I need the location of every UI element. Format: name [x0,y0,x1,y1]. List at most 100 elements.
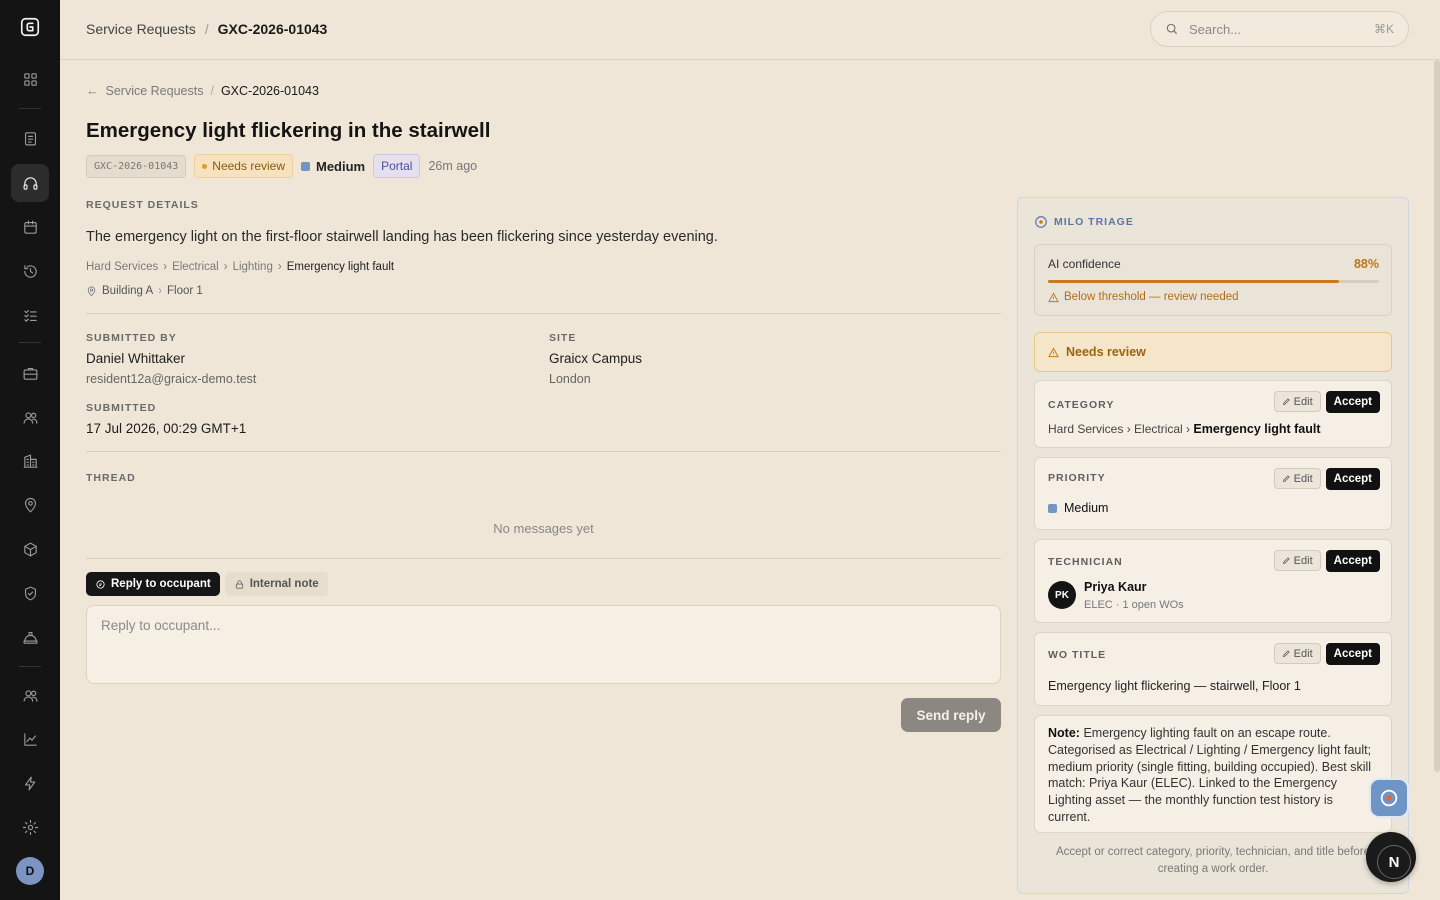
category-leaf: Emergency light fault [286,261,395,273]
send-reply-button[interactable]: Send reply [901,698,1001,732]
triage-footer-hint: Accept or correct category, priority, te… [1055,846,1371,875]
thread-empty-state: No messages yet [493,521,594,536]
reply-textarea[interactable] [86,605,1001,684]
request-age: 26m ago [428,159,478,173]
milo-icon [1035,216,1047,228]
breadcrumb-current: GXC-2026-01043 [217,21,328,37]
page-title: Emergency light flickering in the stairw… [86,119,491,142]
tab-internal-note[interactable]: Internal note [224,572,328,596]
location: Building A › Floor 1 [86,285,203,297]
priority-card: PRIORITY Edit Accept Medium [1034,457,1392,530]
lightning-icon[interactable] [11,764,49,802]
pencil-icon [1282,557,1290,565]
threshold-warning: Below threshold — review needed [1048,291,1239,303]
search-input[interactable]: Search... [1189,22,1374,37]
milo-triage-panel: MILO TRIAGE AI confidence 88% Below thre… [1017,197,1409,894]
team-icon[interactable] [11,676,49,714]
briefcase-icon[interactable] [11,354,49,392]
technician-meta: ELEC · 1 open WOs [1084,599,1184,611]
site-city: London [549,372,591,386]
submitter-email[interactable]: resident12a@graicx-demo.test [86,372,256,386]
location-building: Building A [102,285,154,297]
search-shortcut: ⌘K [1373,22,1394,36]
breadcrumb-separator: / [210,84,214,98]
edit-technician-button[interactable]: Edit [1273,550,1321,571]
chat-bubble-icon [96,579,105,589]
category-card: CATEGORY Edit Accept Hard Services › Ele… [1034,380,1392,448]
checklist-icon[interactable] [11,296,49,334]
technician-name: Priya Kaur [1084,580,1147,594]
back-link[interactable]: Service Requests [106,84,204,98]
accept-wo-title-button[interactable]: Accept [1325,643,1380,665]
edit-label: Edit [1293,472,1313,485]
priority-badge: Medium [301,159,365,174]
needs-review-banner: Needs review [1034,332,1392,372]
edit-priority-button[interactable]: Edit [1273,468,1321,489]
users-icon[interactable] [11,398,49,436]
milo-assistant-button[interactable] [1369,778,1409,818]
back-arrow-icon[interactable]: ← [86,84,99,98]
edit-category-button[interactable]: Edit [1273,391,1321,412]
warning-icon [1048,291,1059,302]
headset-icon[interactable] [11,164,49,202]
category-label: CATEGORY [1048,399,1115,411]
category-level-3: Lighting [232,261,273,273]
map-pin-icon[interactable] [11,486,49,524]
status-badge: Needs review [194,154,293,178]
location-floor: Floor 1 [167,285,203,297]
chevron-right-icon: › [163,261,168,273]
site-label: SITE [549,332,577,344]
priority-label: PRIORITY [1048,472,1106,484]
breadcrumb-service-requests[interactable]: Service Requests [86,21,196,37]
shield-icon[interactable] [11,574,49,612]
safety-helmet-icon[interactable] [11,618,49,656]
edit-wo-title-button[interactable]: Edit [1273,643,1321,664]
technician-label: TECHNICIAN [1048,556,1123,568]
sidebar-divider [19,342,41,343]
tab-reply-to-occupant[interactable]: Reply to occupant [86,572,220,596]
site-name: Graicx Campus [549,351,643,366]
accept-technician-button[interactable]: Accept [1325,550,1380,572]
reply-tabs: Reply to occupant Internal note [86,572,328,596]
divider [86,558,1001,559]
category-leaf: Emergency light fault [1193,422,1321,436]
history-icon[interactable] [11,252,49,290]
pencil-icon [1282,475,1290,483]
breadcrumb-separator: / [204,21,209,37]
scrollbar[interactable] [1434,60,1440,772]
page-breadcrumb: ← Service Requests / GXC-2026-01043 [86,84,319,98]
category-value: Hard Services › Electrical › Emergency l… [1048,422,1320,436]
dashboard-icon[interactable] [11,60,49,98]
chart-icon[interactable] [11,720,49,758]
search-icon [1166,23,1178,35]
clipboard-icon[interactable] [11,119,49,157]
priority-swatch [1048,503,1057,513]
box-icon[interactable] [11,530,49,568]
priority-swatch [301,161,310,171]
thread-heading: THREAD [86,472,136,484]
wo-title-value: Emergency light flickering — stairwell, … [1048,679,1301,693]
calendar-icon[interactable] [11,208,49,246]
confidence-bar [1048,280,1379,283]
accept-category-button[interactable]: Accept [1325,391,1380,413]
avatar[interactable]: D [16,857,44,885]
status-dot [202,163,208,169]
building-icon[interactable] [11,442,49,480]
lock-icon [235,579,243,589]
edit-label: Edit [1293,395,1313,408]
pencil-icon [1282,650,1290,658]
submitted-label: SUBMITTED [86,402,157,414]
status-label: Needs review [212,159,285,173]
sidebar-divider [19,108,41,109]
search-box[interactable]: Search... ⌘K [1150,11,1409,47]
logo-icon[interactable] [11,8,49,46]
chevron-right-icon: › [277,261,282,273]
gear-icon[interactable] [11,808,49,846]
accept-priority-button[interactable]: Accept [1325,468,1380,490]
category-level-2: Electrical [172,261,219,273]
wo-title-card: WO TITLE Edit Accept Emergency light fli… [1034,632,1392,706]
channel-badge: Portal [373,154,421,178]
notifications-button[interactable]: N [1366,832,1416,882]
priority-value-text: Medium [1064,501,1109,515]
note-label: Note: [1048,726,1080,740]
